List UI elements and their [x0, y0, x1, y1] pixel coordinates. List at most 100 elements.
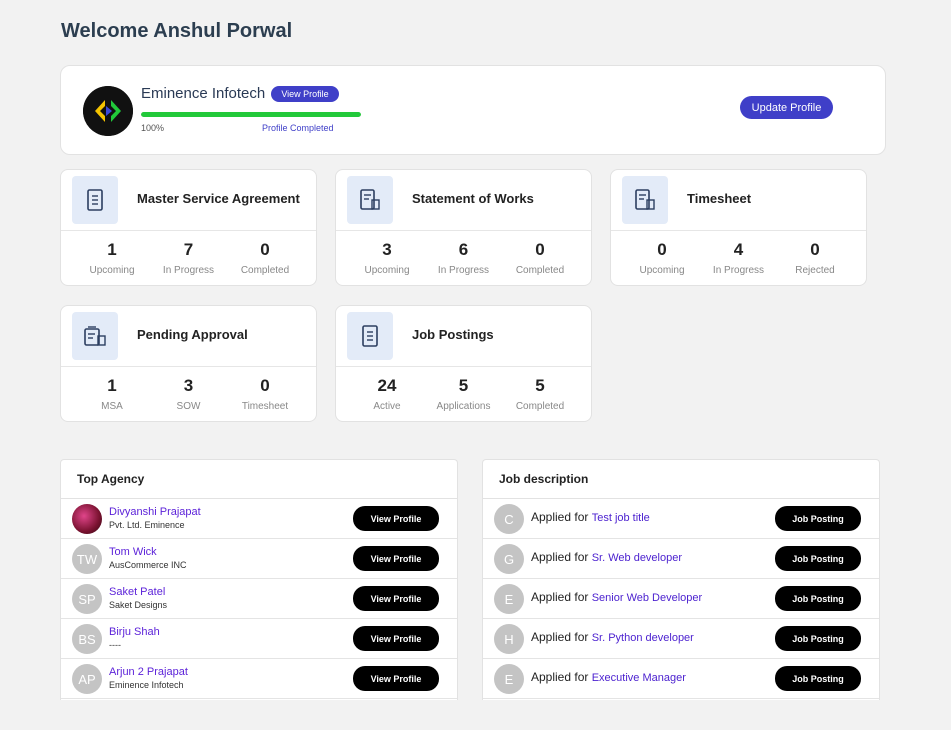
stat-value: 7 [183, 240, 194, 259]
job-posting-button[interactable]: Job Posting [775, 546, 861, 571]
divider [61, 366, 316, 367]
stat-label: Applications [436, 401, 491, 412]
avatar: H [494, 624, 524, 654]
view-profile-button[interactable]: View Profile [353, 546, 439, 571]
stat-label: Upcoming [89, 265, 135, 276]
stat-upcoming: 3 Upcoming [349, 239, 425, 276]
document-edit-icon [622, 176, 668, 224]
profile-progress-fill [141, 112, 361, 117]
applied-prefix: Applied for [531, 590, 589, 604]
agency-name-link[interactable]: Divyanshi Prajapat [109, 506, 201, 518]
stat-value: 1 [107, 376, 117, 395]
avatar: AP [72, 664, 102, 694]
agency-name-link[interactable]: Birju Shah [109, 626, 160, 638]
job-title-link[interactable]: Sr. Web developer [592, 552, 682, 564]
timesheet-card[interactable]: Timesheet 0 Upcoming 4 In Progress 0 Reject… [610, 169, 867, 286]
stat-label: SOW [176, 401, 201, 412]
update-profile-button[interactable]: Update Profile [740, 96, 833, 119]
stat-title: Statement of Works [412, 191, 534, 206]
applied-text: Applied for Executive Manager [531, 670, 686, 684]
list-item: Divyanshi Prajapat Pvt. Ltd. Eminence Vi… [61, 499, 457, 539]
approval-icon [72, 312, 118, 360]
stat-value: 0 [810, 240, 820, 259]
stat-completed: 0 Completed [227, 239, 303, 276]
avatar: C [494, 504, 524, 534]
stat-rejected: 0 Rejected [777, 239, 853, 276]
applied-text: Applied for Sr. Python developer [531, 630, 694, 644]
stat-value: 3 [382, 240, 392, 259]
agency-name-link[interactable]: Saket Patel [109, 586, 165, 598]
job-posting-button[interactable]: Job Posting [775, 586, 861, 611]
view-profile-button[interactable]: View Profile [353, 626, 439, 651]
stat-upcoming: 1 Upcoming [74, 239, 150, 276]
applied-prefix: Applied for [531, 670, 589, 684]
stat-in-progress: 6 In Progress [426, 239, 502, 276]
stat-in-progress: 7 In Progress [151, 239, 227, 276]
job-title-link[interactable]: Senior Web Developer [592, 592, 702, 604]
stat-label: Upcoming [639, 265, 685, 276]
view-profile-button[interactable]: View Profile [353, 506, 439, 531]
stat-label: In Progress [162, 265, 215, 276]
job-description-panel: Job description C Applied for Test job t… [482, 459, 880, 700]
agency-company: Eminence Infotech [109, 680, 184, 690]
stat-msa: 1 MSA [74, 375, 150, 412]
document-icon [347, 312, 393, 360]
avatar: E [494, 664, 524, 694]
agency-company: ---- [109, 640, 121, 650]
view-profile-button[interactable]: View Profile [353, 666, 439, 691]
view-profile-button[interactable]: View Profile [353, 586, 439, 611]
progress-percent: 100% [141, 123, 165, 133]
sow-card[interactable]: Statement of Works 3 Upcoming 6 In Progres… [335, 169, 592, 286]
panel-title: Top Agency [61, 460, 457, 499]
msa-card[interactable]: Master Service Agreement 1 Upcoming 7 In P… [60, 169, 317, 286]
agency-company: Saket Designs [109, 600, 168, 610]
page-title: Welcome Anshul Porwal [61, 20, 293, 42]
job-posting-button[interactable]: Job Posting [775, 626, 861, 651]
agency-name-link[interactable]: Tom Wick [109, 546, 157, 558]
stat-value: 24 [377, 376, 397, 395]
profile-progress-bar [141, 112, 361, 117]
view-profile-button[interactable]: View Profile [271, 86, 339, 102]
stat-value: 0 [260, 376, 270, 395]
stat-value: 6 [458, 240, 469, 259]
list-item: G Applied for Sr. Web developer Job Post… [483, 539, 879, 579]
list-item: H Applied for Sr. Python developer Job P… [483, 619, 879, 659]
applied-text: Applied for Test job title [531, 510, 650, 524]
job-posting-button[interactable]: Job Posting [775, 506, 861, 531]
avatar: BS [72, 624, 102, 654]
divider [336, 230, 591, 231]
agency-name-link[interactable]: Arjun 2 Prajapat [109, 666, 188, 678]
stat-value: 3 [183, 376, 194, 395]
stat-active: 24 Active [349, 375, 425, 412]
stat-title: Job Postings [412, 327, 494, 342]
stat-value: 5 [535, 376, 545, 395]
list-item: E Applied for Senior Web Developer Job P… [483, 579, 879, 619]
avatar: G [494, 544, 524, 574]
stat-completed: 0 Completed [502, 239, 578, 276]
stat-value: 0 [260, 240, 270, 259]
stat-label: Timesheet [241, 401, 289, 412]
list-item: AP Arjun 2 Prajapat Eminence Infotech Vi… [61, 659, 457, 699]
job-postings-card[interactable]: Job Postings 24 Active 5 Applications 5 Com… [335, 305, 592, 422]
stat-label: Completed [515, 401, 565, 412]
job-title-link[interactable]: Executive Manager [592, 672, 686, 684]
stat-value: 0 [535, 240, 545, 259]
stat-value: 0 [657, 240, 667, 259]
stat-label: In Progress [437, 265, 490, 276]
stat-title: Pending Approval [137, 327, 248, 342]
stat-value: 4 [733, 240, 744, 259]
stat-upcoming: 0 Upcoming [624, 239, 700, 276]
company-logo [83, 86, 133, 136]
agency-company: AusCommerce INC [109, 560, 187, 570]
job-title-link[interactable]: Test job title [592, 512, 650, 524]
list-item: BS Birju Shah ---- View Profile [61, 619, 457, 659]
divider [611, 230, 866, 231]
job-posting-button[interactable]: Job Posting [775, 666, 861, 691]
pending-approval-card[interactable]: Pending Approval 1 MSA 3 SOW 0 Timesheet [60, 305, 317, 422]
profile-card: Eminence Infotech View Profile 100% Prof… [60, 65, 886, 155]
job-title-link[interactable]: Sr. Python developer [592, 632, 694, 644]
stat-sow: 3 SOW [151, 375, 227, 412]
stat-label: MSA [101, 401, 123, 412]
agency-company: Pvt. Ltd. Eminence [109, 520, 185, 530]
document-icon [72, 176, 118, 224]
